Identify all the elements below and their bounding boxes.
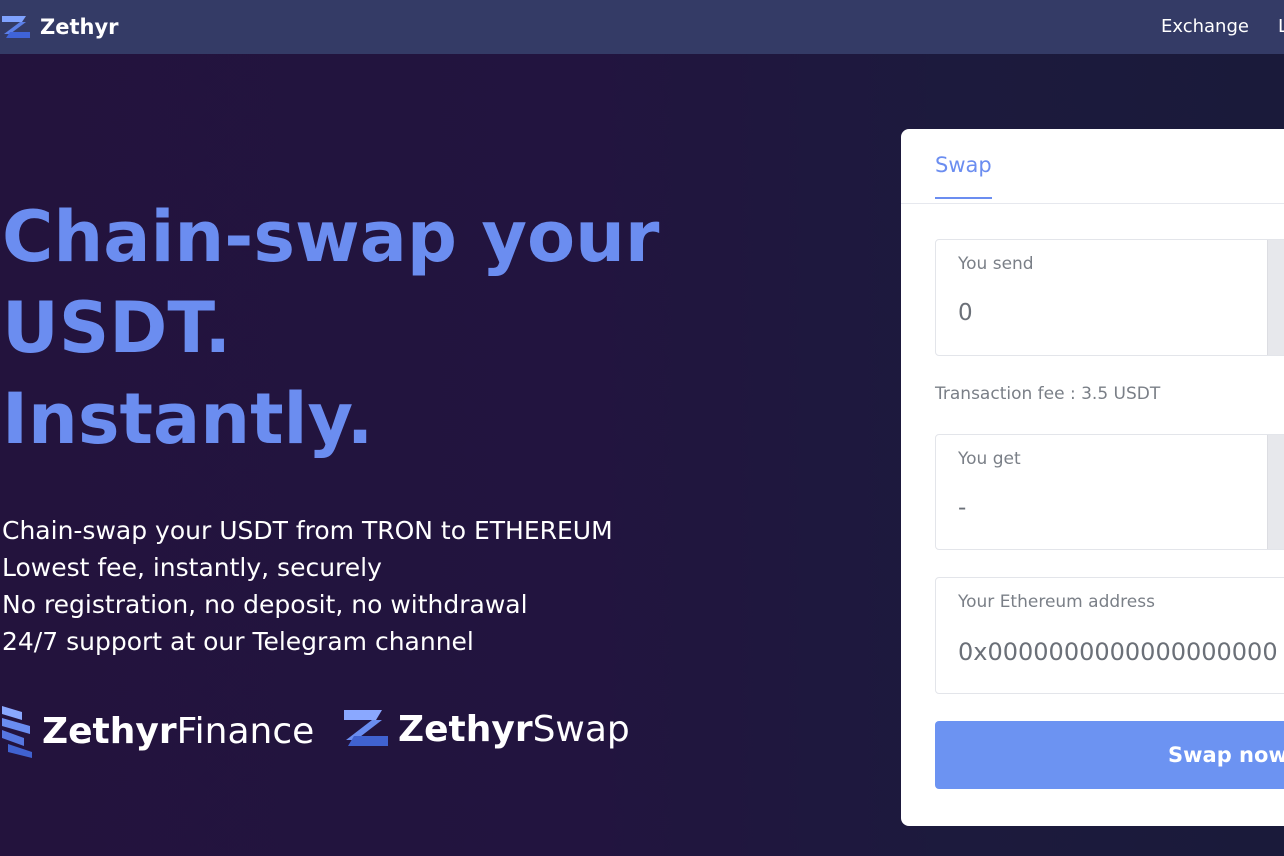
swap-card: Swap You send 0 Transaction fee : 3.5 US… xyxy=(901,129,1284,826)
hero-title-line: Chain-swap your xyxy=(2,196,660,278)
send-currency-selector[interactable] xyxy=(1267,240,1284,355)
transaction-fee: Transaction fee : 3.5 USDT xyxy=(935,384,1161,404)
feature-item: Chain-swap your USDT from TRON to ETHERE… xyxy=(2,516,613,545)
send-field[interactable]: You send 0 xyxy=(935,239,1284,356)
brand-name: Zethyr xyxy=(40,15,119,39)
top-navbar: Zethyr Exchange L xyxy=(0,0,1284,54)
send-label: You send xyxy=(958,254,1034,274)
address-label: Your Ethereum address xyxy=(958,592,1155,612)
brand-swap-bold: Zethyr xyxy=(398,708,533,750)
send-amount-input[interactable]: 0 xyxy=(958,300,973,326)
get-field: You get - xyxy=(935,434,1284,550)
get-label: You get xyxy=(958,449,1021,469)
feature-list: Chain-swap your USDT from TRON to ETHERE… xyxy=(2,512,722,660)
ethereum-address-input[interactable]: 0x0000000000000000000 xyxy=(958,638,1278,666)
feature-item: Lowest fee, instantly, securely xyxy=(2,553,382,582)
brand-finance-light: Finance xyxy=(176,710,315,752)
feature-item: 24/7 support at our Telegram channel xyxy=(2,627,474,656)
hero-title-line: Instantly. xyxy=(2,378,374,460)
swap-tab-bar: Swap xyxy=(901,129,1284,204)
tab-swap[interactable]: Swap xyxy=(935,153,992,199)
feature-item: No registration, no deposit, no withdraw… xyxy=(2,590,528,619)
hero-title-line: USDT. xyxy=(2,287,232,369)
zethyr-finance-logo-icon xyxy=(0,700,34,762)
zethyr-finance-logo[interactable]: Zethyr Finance xyxy=(0,700,314,762)
zethyr-swap-logo-icon xyxy=(340,700,390,758)
nav-link-exchange[interactable]: Exchange xyxy=(1161,16,1249,37)
brand-finance-bold: Zethyr xyxy=(42,710,177,752)
address-field[interactable]: Your Ethereum address 0x0000000000000000… xyxy=(935,577,1284,694)
brand-swap-light: Swap xyxy=(532,708,630,750)
get-currency-selector[interactable] xyxy=(1267,435,1284,549)
get-amount-value: - xyxy=(958,495,967,521)
hero-title: Chain-swap your USDT. Instantly. xyxy=(2,192,722,465)
swap-now-button[interactable]: Swap now xyxy=(935,721,1284,789)
zethyr-swap-logo[interactable]: Zethyr Swap xyxy=(340,700,630,758)
zethyr-logo-icon xyxy=(0,13,32,41)
brand-logo[interactable]: Zethyr xyxy=(0,10,119,44)
nav-link-truncated[interactable]: L xyxy=(1278,16,1284,37)
